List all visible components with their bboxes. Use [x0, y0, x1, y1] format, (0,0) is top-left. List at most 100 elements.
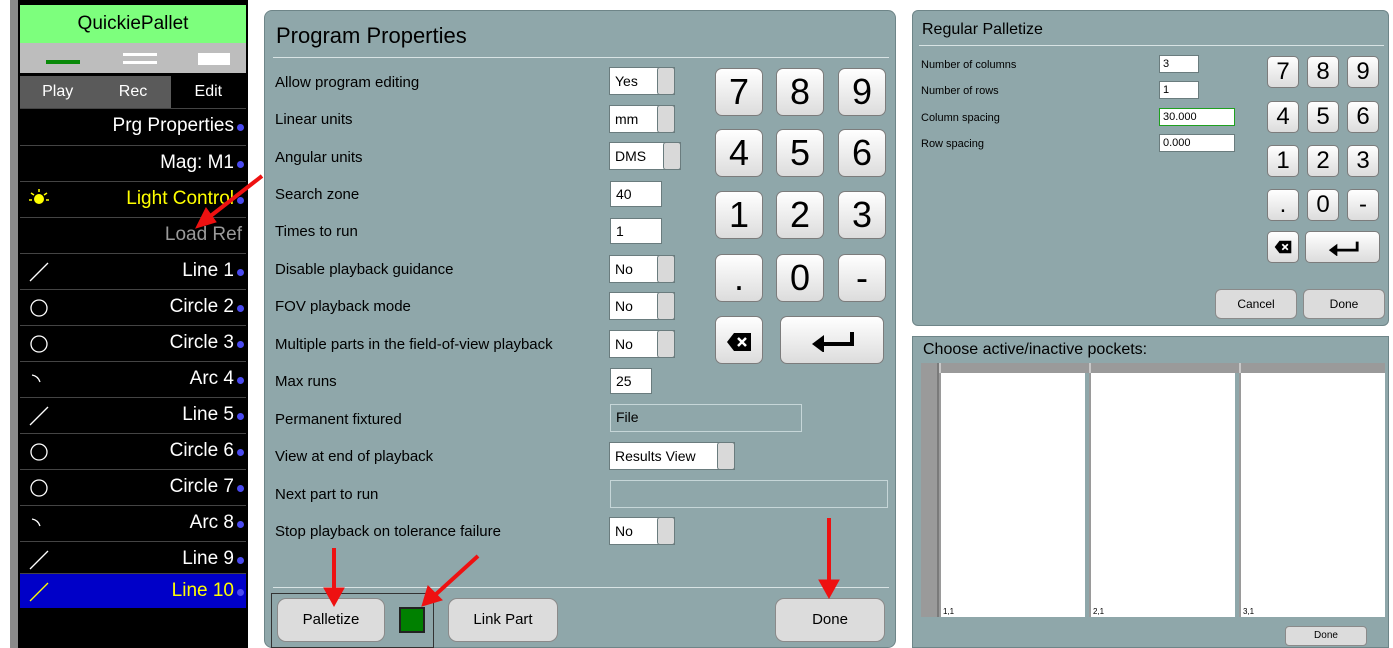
- done-button[interactable]: Done: [1285, 626, 1367, 646]
- key-2[interactable]: 2: [1307, 145, 1339, 177]
- key-decimal[interactable]: .: [1267, 189, 1299, 221]
- link-part-button[interactable]: Link Part: [448, 598, 558, 642]
- backspace-key[interactable]: [1267, 231, 1299, 263]
- disable-guidance-toggle[interactable]: No: [609, 255, 675, 283]
- key-1[interactable]: 1: [1267, 145, 1299, 177]
- tree-item-circle-2[interactable]: Circle 2: [20, 289, 246, 324]
- stop-on-failure-toggle[interactable]: No: [609, 517, 675, 545]
- linear-units-toggle[interactable]: mm: [609, 105, 675, 133]
- tree-item-line-10[interactable]: Line 10: [20, 573, 246, 608]
- circle-icon: [30, 443, 48, 461]
- search-zone-field[interactable]: 40: [610, 181, 662, 207]
- fov-mode-toggle[interactable]: No: [609, 292, 675, 320]
- row-label-max-runs: Max runs: [275, 373, 337, 390]
- key-8[interactable]: 8: [776, 68, 824, 116]
- key-8[interactable]: 8: [1307, 56, 1339, 88]
- key-decimal[interactable]: .: [715, 254, 763, 302]
- key-6[interactable]: 6: [838, 129, 886, 177]
- toggle-knob: [657, 292, 675, 320]
- toggle-value: No: [615, 298, 633, 314]
- tree-item-line-5[interactable]: Line 5: [20, 397, 246, 432]
- key-0[interactable]: 0: [1307, 189, 1339, 221]
- toggle-value: Yes: [615, 73, 638, 89]
- status-dot: [237, 197, 244, 204]
- tab-edit[interactable]: Edit: [170, 76, 246, 108]
- times-to-run-field[interactable]: 1: [610, 218, 662, 244]
- status-dot: [237, 377, 244, 384]
- key-9[interactable]: 9: [1347, 56, 1379, 88]
- choose-pockets-dialog: Choose active/inactive pockets: 1,1 2,1 …: [912, 336, 1389, 648]
- status-dot: [237, 485, 244, 492]
- key-9[interactable]: 9: [838, 68, 886, 116]
- row-label-rows: Number of rows: [921, 85, 999, 97]
- enter-key[interactable]: [780, 316, 884, 364]
- pocket-cell[interactable]: 3,1: [1239, 373, 1385, 617]
- enter-icon: [1328, 241, 1359, 257]
- tree-item-magnification[interactable]: Mag: M1: [20, 145, 246, 180]
- rows-field[interactable]: 1: [1159, 81, 1199, 99]
- pocket-label: 3,1: [1243, 607, 1255, 616]
- split-view-icon-bar[interactable]: [123, 61, 157, 64]
- next-part-field[interactable]: [610, 480, 888, 508]
- columns-field[interactable]: 3: [1159, 55, 1199, 73]
- allow-editing-toggle[interactable]: Yes: [609, 67, 675, 95]
- tree-item-arc-8[interactable]: Arc 8: [20, 505, 246, 540]
- row-label-permanent-fixtured: Permanent fixtured: [275, 411, 402, 428]
- tree-item-load-ref[interactable]: Load Ref: [20, 217, 246, 252]
- key-7[interactable]: 7: [715, 68, 763, 116]
- key-6[interactable]: 6: [1347, 101, 1379, 133]
- cancel-button[interactable]: Cancel: [1215, 289, 1297, 319]
- key-4[interactable]: 4: [715, 129, 763, 177]
- enter-key[interactable]: [1305, 231, 1380, 263]
- view-at-end-toggle[interactable]: Results View: [609, 442, 735, 470]
- toggle-value: No: [615, 336, 633, 352]
- tree-item-light-control[interactable]: Light Control: [20, 181, 246, 216]
- tab-rec[interactable]: Rec: [95, 76, 171, 108]
- circle-icon: [30, 479, 48, 497]
- tree-item-circle-6[interactable]: Circle 6: [20, 433, 246, 468]
- pocket-cell[interactable]: 1,1: [939, 373, 1085, 617]
- tree-item-arc-4[interactable]: Arc 4: [20, 361, 246, 396]
- key-2[interactable]: 2: [776, 191, 824, 239]
- tree-item-label: Arc 8: [189, 512, 234, 533]
- tab-play[interactable]: Play: [20, 76, 96, 108]
- angular-units-toggle[interactable]: DMS: [609, 142, 681, 170]
- tree-item-label: Mag: M1: [160, 152, 234, 173]
- pocket-cell[interactable]: 2,1: [1089, 373, 1235, 617]
- tree-item-line-1[interactable]: Line 1: [20, 253, 246, 288]
- full-view-icon[interactable]: [198, 53, 230, 65]
- tree-item-prg-properties[interactable]: Prg Properties: [20, 108, 246, 143]
- key-3[interactable]: 3: [1347, 145, 1379, 177]
- pocket-label: 2,1: [1093, 607, 1105, 616]
- dialog-title: Regular Palletize: [922, 21, 1043, 38]
- key-7[interactable]: 7: [1267, 56, 1299, 88]
- tree-item-label: Light Control: [126, 188, 234, 209]
- backspace-key[interactable]: [715, 316, 763, 364]
- key-5[interactable]: 5: [776, 129, 824, 177]
- tree-item-circle-3[interactable]: Circle 3: [20, 325, 246, 360]
- palletize-enabled-indicator[interactable]: [399, 607, 425, 633]
- single-view-icon[interactable]: [46, 60, 80, 64]
- palletize-button[interactable]: Palletize: [277, 598, 385, 642]
- tree-item-circle-7[interactable]: Circle 7: [20, 469, 246, 504]
- column-spacing-field[interactable]: 30.000: [1159, 108, 1235, 126]
- key-0[interactable]: 0: [776, 254, 824, 302]
- multiple-parts-toggle[interactable]: No: [609, 330, 675, 358]
- tree-item-label: Arc 4: [189, 368, 234, 389]
- tree-item-line-9[interactable]: Line 9: [20, 541, 246, 576]
- key-minus[interactable]: -: [838, 254, 886, 302]
- row-label-search-zone: Search zone: [275, 186, 360, 203]
- split-view-icon[interactable]: [123, 53, 157, 56]
- key-minus[interactable]: -: [1347, 189, 1379, 221]
- key-1[interactable]: 1: [715, 191, 763, 239]
- done-button[interactable]: Done: [1303, 289, 1385, 319]
- key-4[interactable]: 4: [1267, 101, 1299, 133]
- permanent-fixtured-field[interactable]: File: [610, 404, 802, 432]
- row-label-multiple-parts: Multiple parts in the field-of-view play…: [275, 336, 553, 353]
- key-5[interactable]: 5: [1307, 101, 1339, 133]
- key-3[interactable]: 3: [838, 191, 886, 239]
- max-runs-field[interactable]: 25: [610, 368, 652, 394]
- done-button[interactable]: Done: [775, 598, 885, 642]
- row-spacing-field[interactable]: 0.000: [1159, 134, 1235, 152]
- tree-item-label: Circle 2: [169, 296, 234, 317]
